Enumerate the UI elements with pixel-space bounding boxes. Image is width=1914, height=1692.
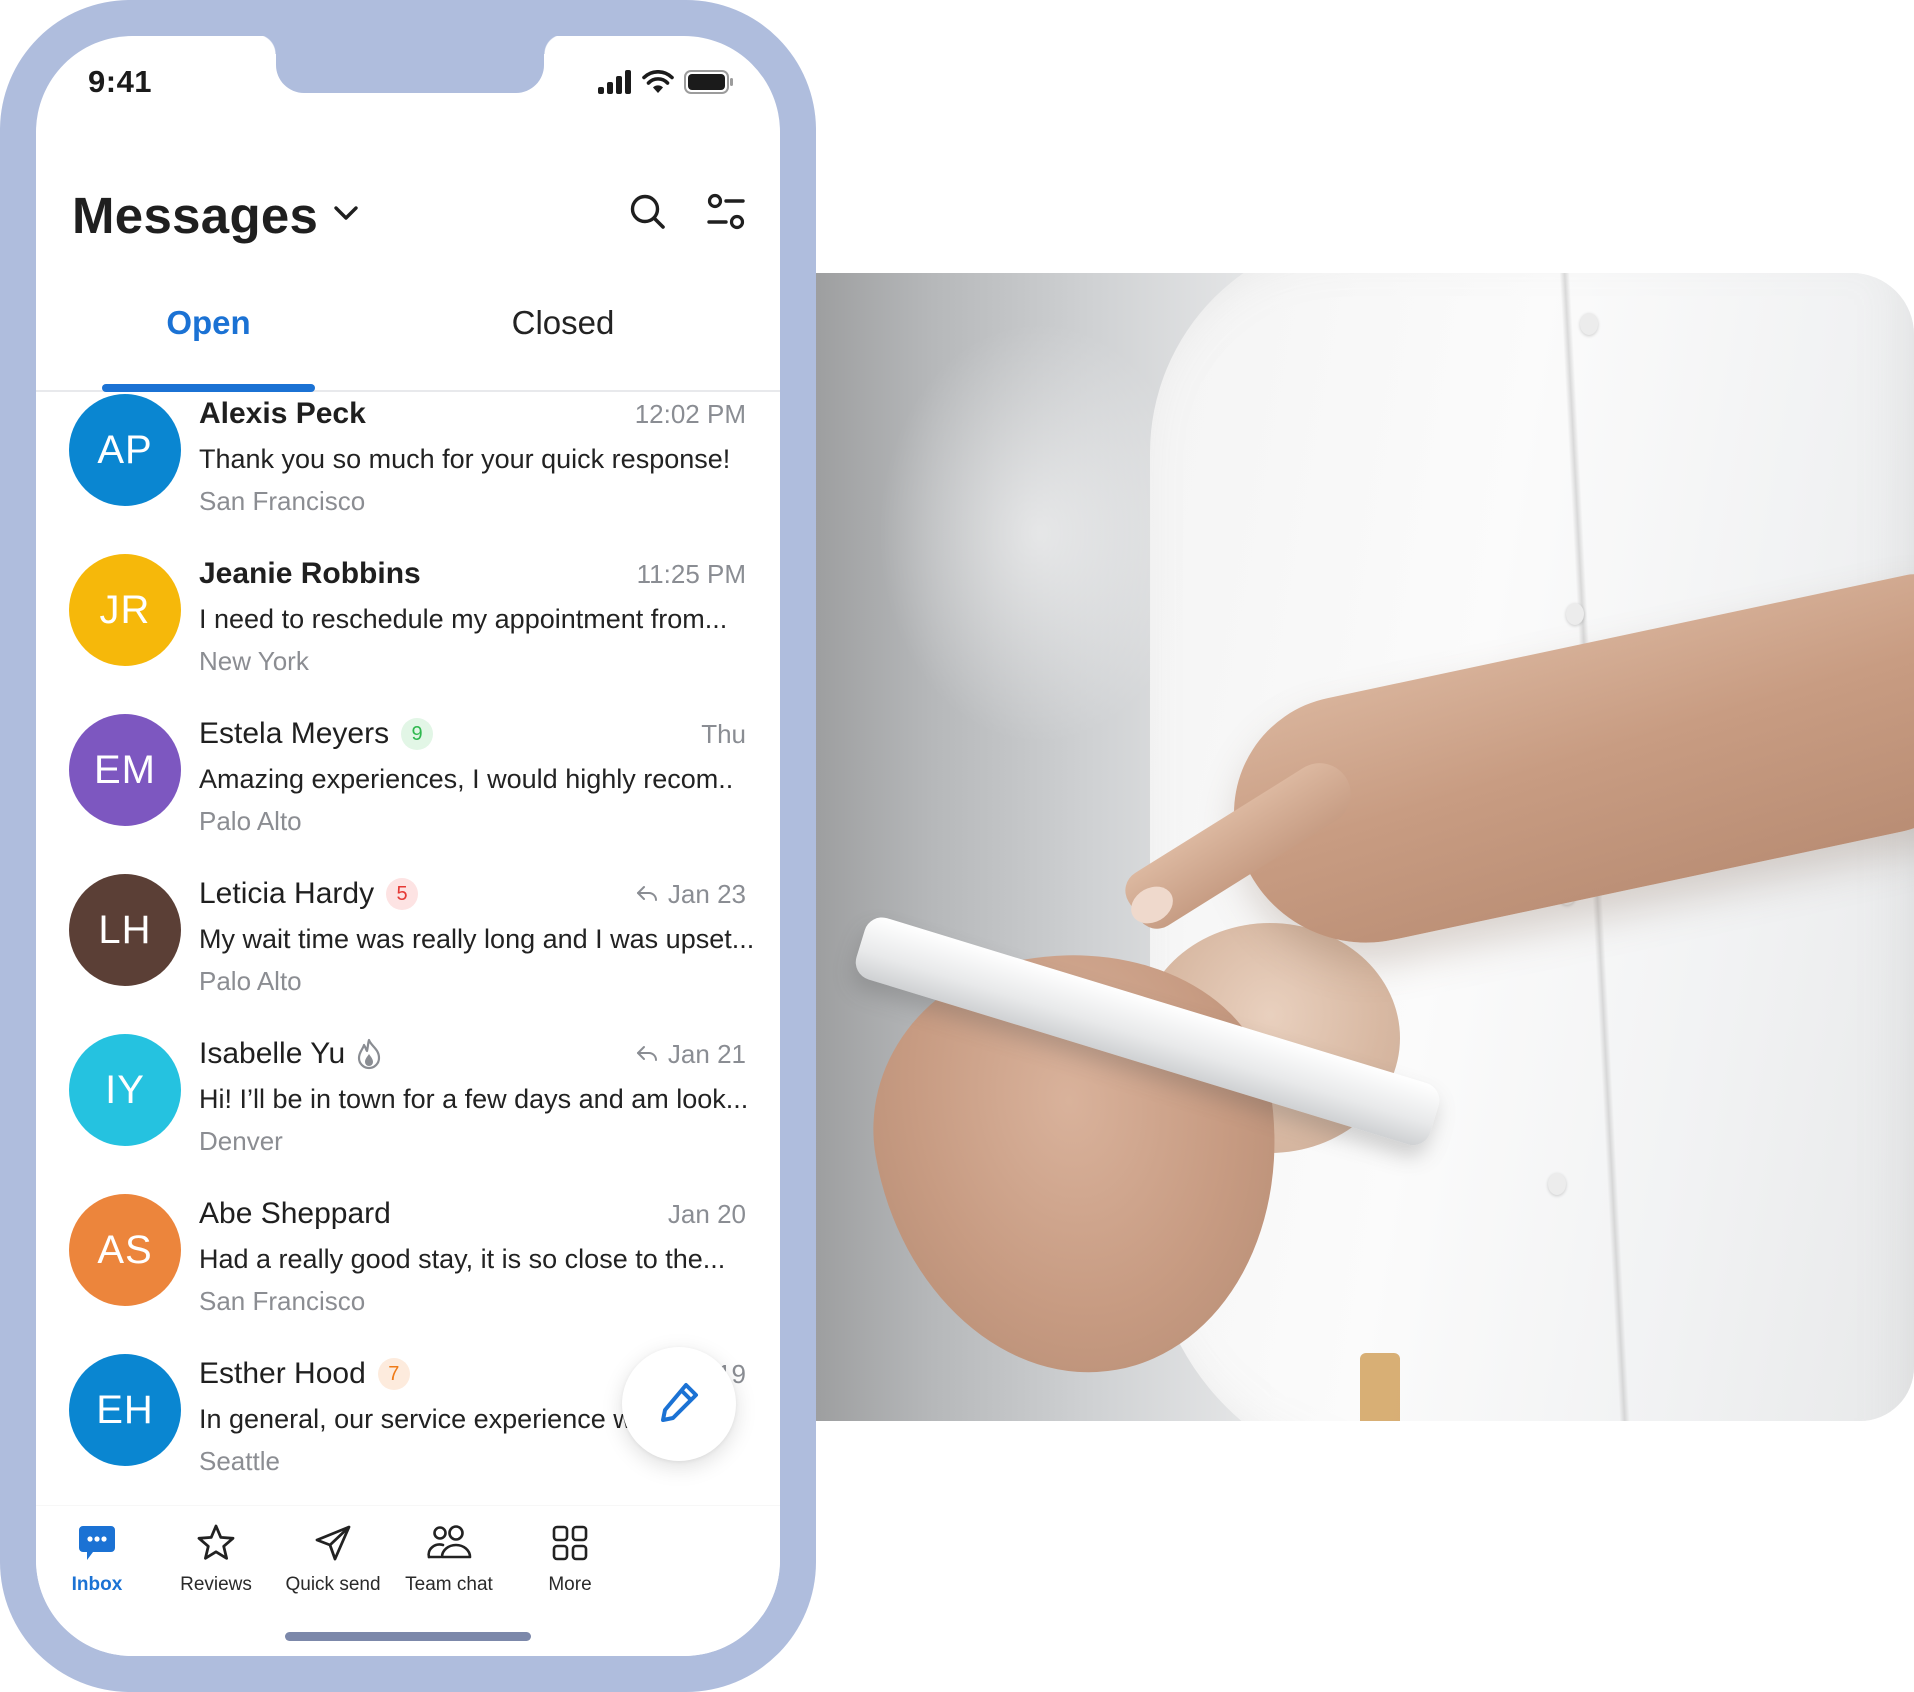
- photo-shirt-button: [1548, 1173, 1566, 1195]
- conversation-time: Jan 21: [636, 1039, 746, 1070]
- grid-icon: [550, 1520, 590, 1566]
- photo-shirt-button: [1580, 313, 1598, 335]
- unread-count-badge: 7: [377, 1358, 410, 1390]
- nav-label: Team chat: [405, 1574, 493, 1595]
- unread-count-badge: 5: [386, 878, 419, 910]
- contact-name: Esther Hood: [199, 1357, 366, 1390]
- conversation-time: Thu: [701, 719, 746, 750]
- nav-label: Inbox: [71, 1574, 123, 1595]
- conversation-row[interactable]: EM Estela Meyers 9 Thu Amazing experiences, …: [36, 714, 780, 874]
- conversation-row[interactable]: AS Abe Sheppard Jan 20 Had a really good st…: [36, 1194, 780, 1354]
- unread-count-badge: 9: [401, 718, 434, 750]
- home-indicator[interactable]: [285, 1632, 531, 1641]
- conversation-header: Jeanie Robbins 11:25 PM: [199, 554, 746, 594]
- location-label: San Francisco: [199, 1286, 366, 1316]
- pencil-icon: [656, 1379, 702, 1430]
- active-tab-indicator: [102, 384, 315, 392]
- contact-name: Abe Sheppard: [199, 1197, 391, 1230]
- avatar: EH: [69, 1354, 181, 1466]
- avatar: EM: [69, 714, 181, 826]
- people-icon: [426, 1520, 472, 1566]
- conversation-time: 12:02 PM: [635, 399, 746, 430]
- timestamp: Thu: [701, 718, 746, 749]
- search-button[interactable]: [628, 194, 668, 234]
- location-label: San Francisco: [199, 486, 366, 516]
- contact-name: Alexis Peck: [199, 397, 366, 430]
- photo-shirt-button: [1566, 603, 1584, 625]
- nav-label: More: [548, 1574, 592, 1595]
- cellular-signal-icon: [598, 70, 632, 99]
- nav-label: Quick send: [285, 1574, 381, 1595]
- messages-title-dropdown[interactable]: Messages: [72, 186, 360, 245]
- reply-arrow-icon: [636, 1039, 658, 1070]
- phone-screen: 9:41 Messages Open Closed AP Alexis Peck…: [36, 36, 780, 1656]
- conversation-header: Alexis Peck 12:02 PM: [199, 394, 746, 434]
- tab-closed[interactable]: Closed: [456, 304, 670, 342]
- timestamp: 12:02 PM: [634, 398, 746, 429]
- filter-button[interactable]: [706, 192, 746, 237]
- status-time: 9:41: [88, 64, 153, 99]
- contact-name: Estela Meyers: [199, 717, 390, 750]
- avatar: IY: [69, 1034, 181, 1146]
- location-label: Palo Alto: [199, 806, 302, 836]
- conversation-header: Leticia Hardy 5 Jan 23: [199, 874, 746, 914]
- phone-notch: [256, 36, 564, 93]
- filter-sliders-icon: [707, 192, 745, 237]
- conversation-list[interactable]: AP Alexis Peck 12:02 PM Thank you so much f…: [36, 394, 780, 1506]
- status-icons: [598, 70, 734, 99]
- message-preview: Had a really good stay, it is so close t…: [199, 1244, 726, 1274]
- search-icon: [629, 193, 667, 236]
- conversation-header: Abe Sheppard Jan 20: [199, 1194, 746, 1234]
- person-using-smartphone-photo: [800, 273, 1914, 1421]
- message-preview: My wait time was really long and I was u…: [199, 924, 755, 954]
- chevron-down-icon: [332, 203, 360, 228]
- send-icon: [313, 1520, 353, 1566]
- conversation-time: 11:25 PM: [637, 559, 746, 590]
- contact-name: Jeanie Robbins: [199, 557, 421, 590]
- message-preview: Thank you so much for your quick respons…: [199, 444, 731, 474]
- avatar: AS: [69, 1194, 181, 1306]
- avatar: JR: [69, 554, 181, 666]
- location-label: Denver: [199, 1126, 283, 1156]
- location-label: Seattle: [199, 1446, 280, 1476]
- location-label: New York: [199, 646, 309, 676]
- battery-icon: [684, 70, 734, 99]
- compose-button[interactable]: [622, 1347, 736, 1461]
- contact-name: Isabelle Yu: [199, 1037, 346, 1070]
- photo-belt: [1360, 1353, 1400, 1421]
- conversation-row[interactable]: LH Leticia Hardy 5 Jan 23 My wait time was r…: [36, 874, 780, 1034]
- conversation-tabs: Open Closed: [36, 276, 780, 392]
- flame-icon: [355, 1038, 383, 1070]
- timestamp: Jan 23: [667, 878, 746, 909]
- nav-team-chat[interactable]: Team chat: [379, 1520, 519, 1596]
- message-preview: Amazing experiences, I would highly reco…: [199, 764, 734, 794]
- contact-name: Leticia Hardy: [199, 877, 375, 910]
- star-icon: [196, 1520, 236, 1566]
- conversation-row[interactable]: JR Jeanie Robbins 11:25 PM I need to resche…: [36, 554, 780, 714]
- timestamp: Jan 20: [667, 1198, 746, 1229]
- header-actions: [628, 192, 746, 237]
- timestamp: Jan 21: [667, 1038, 746, 1069]
- timestamp: 11:25 PM: [636, 558, 746, 589]
- message-preview: Hi! I’ll be in town for a few days and a…: [199, 1084, 749, 1114]
- message-preview: I need to reschedule my appointment from…: [199, 604, 728, 634]
- avatar: LH: [69, 874, 181, 986]
- tab-open[interactable]: Open: [102, 304, 315, 342]
- nav-label: Reviews: [180, 1574, 252, 1595]
- conversation-time: Jan 23: [636, 879, 746, 910]
- wifi-icon: [642, 70, 674, 99]
- conversation-time: Jan 20: [668, 1199, 746, 1230]
- phone-frame: 9:41 Messages Open Closed AP Alexis Peck…: [0, 0, 816, 1692]
- conversation-row[interactable]: AP Alexis Peck 12:02 PM Thank you so much f…: [36, 394, 780, 554]
- page-title: Messages: [72, 187, 319, 244]
- conversation-row[interactable]: IY Isabelle Yu Jan 21 Hi! I’ll be in town f…: [36, 1034, 780, 1194]
- avatar: AP: [69, 394, 181, 506]
- conversation-header: Estela Meyers 9 Thu: [199, 714, 746, 754]
- conversation-header: Isabelle Yu Jan 21: [199, 1034, 746, 1074]
- chat-bubble-icon: [77, 1520, 117, 1566]
- location-label: Palo Alto: [199, 966, 302, 996]
- nav-more[interactable]: More: [500, 1520, 640, 1596]
- reply-arrow-icon: [636, 879, 658, 910]
